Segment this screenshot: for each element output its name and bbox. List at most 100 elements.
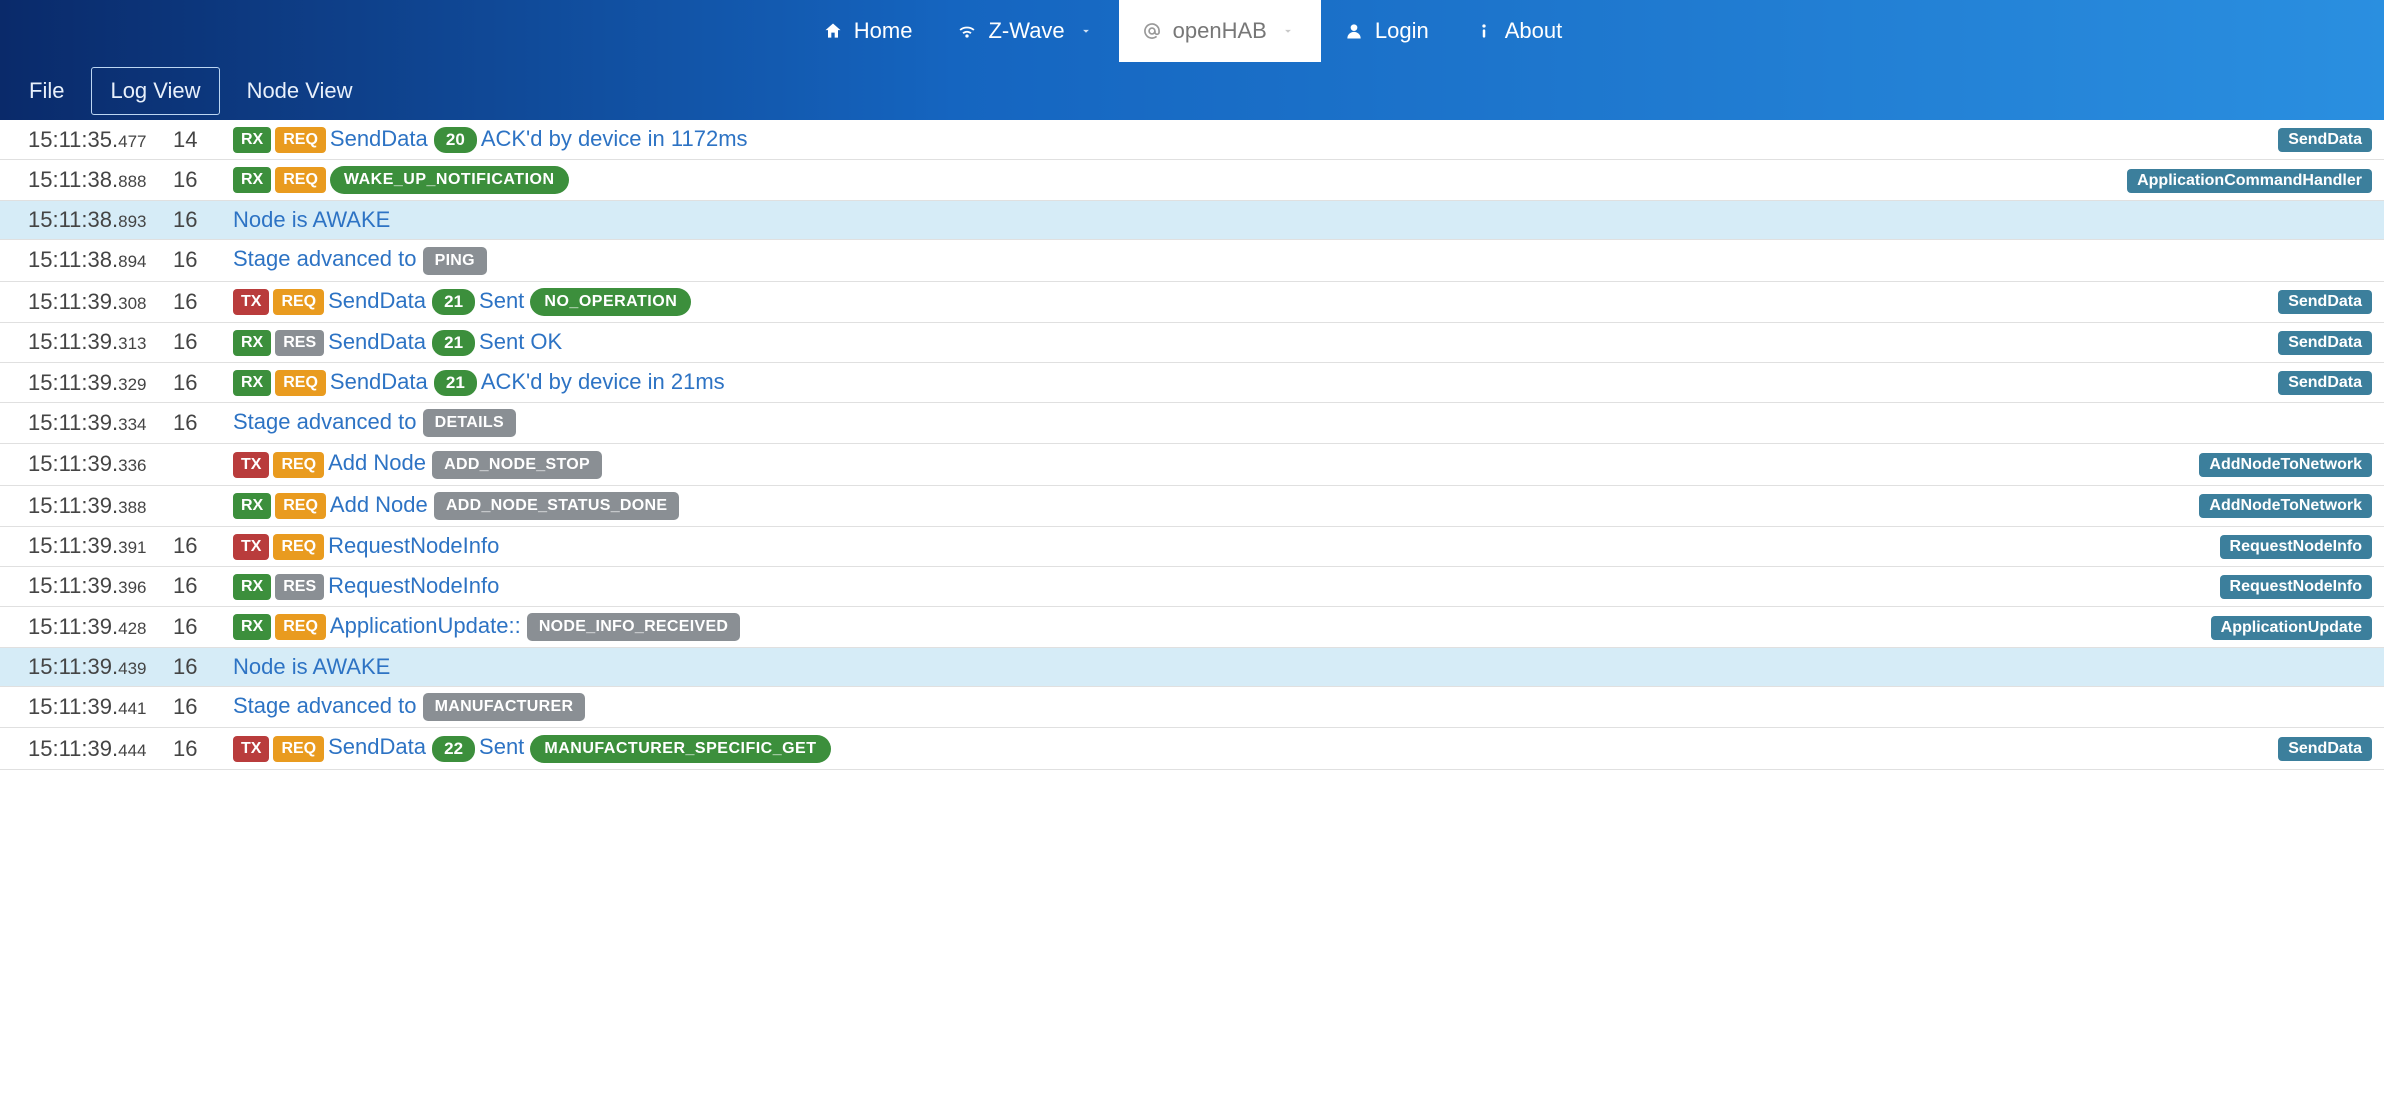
log-row[interactable]: 15:11:39.31316RXRESSendData 21Sent OK Se… bbox=[0, 322, 2384, 362]
nav-openhab[interactable]: openHAB bbox=[1119, 0, 1321, 62]
log-row[interactable]: 15:11:39.42816RXREQApplicationUpdate:: N… bbox=[0, 607, 2384, 648]
req-badge: REQ bbox=[275, 493, 326, 519]
counter-badge: 20 bbox=[434, 127, 477, 153]
log-category: AddNodeToNetwork bbox=[2119, 444, 2384, 485]
nav-home[interactable]: Home bbox=[800, 0, 935, 62]
rx-badge: RX bbox=[233, 167, 271, 193]
tx-badge: TX bbox=[233, 289, 269, 315]
log-node: 16 bbox=[165, 648, 225, 687]
category-badge: SendData bbox=[2278, 290, 2372, 314]
req-badge: REQ bbox=[275, 127, 326, 153]
log-node: 16 bbox=[165, 201, 225, 240]
category-badge: SendData bbox=[2278, 371, 2372, 395]
log-message: RXRESSendData 21Sent OK bbox=[225, 322, 2119, 362]
rx-badge: RX bbox=[233, 370, 271, 396]
chevron-down-icon bbox=[1075, 20, 1097, 42]
status-pill: PING bbox=[423, 247, 487, 275]
log-text: ACK'd by device in 21ms bbox=[481, 369, 725, 394]
log-row[interactable]: 15:11:39.44116Stage advanced to MANUFACT… bbox=[0, 687, 2384, 728]
log-message: Stage advanced to MANUFACTURER bbox=[225, 687, 2119, 728]
log-text: Sent bbox=[479, 734, 524, 759]
log-message: RXREQSendData 21ACK'd by device in 21ms bbox=[225, 362, 2119, 402]
nav-about[interactable]: About bbox=[1451, 0, 1585, 62]
category-badge: SendData bbox=[2278, 331, 2372, 355]
log-text: Sent bbox=[479, 288, 524, 313]
tab-node-view[interactable]: Node View bbox=[228, 67, 372, 115]
counter-badge: 22 bbox=[432, 736, 475, 762]
user-icon bbox=[1343, 20, 1365, 42]
log-node bbox=[165, 444, 225, 485]
log-row[interactable]: 15:11:39.32916RXREQSendData 21ACK'd by d… bbox=[0, 362, 2384, 402]
log-time: 15:11:39.336 bbox=[0, 444, 165, 485]
log-link[interactable]: RequestNodeInfo bbox=[328, 573, 499, 598]
log-row[interactable]: 15:11:38.88816RXREQWAKE_UP_NOTIFICATIONA… bbox=[0, 160, 2384, 201]
req-badge: REQ bbox=[273, 289, 324, 315]
log-time: 15:11:38.893 bbox=[0, 201, 165, 240]
req-badge: REQ bbox=[275, 370, 326, 396]
log-time: 15:11:39.388 bbox=[0, 485, 165, 526]
log-row[interactable]: 15:11:39.30816TXREQSendData 21Sent NO_OP… bbox=[0, 281, 2384, 322]
log-time: 15:11:39.329 bbox=[0, 362, 165, 402]
log-link[interactable]: SendData bbox=[330, 369, 428, 394]
home-icon bbox=[822, 20, 844, 42]
nav-login[interactable]: Login bbox=[1321, 0, 1451, 62]
log-link[interactable]: ApplicationUpdate:: bbox=[330, 613, 521, 638]
log-message: RXRESRequestNodeInfo bbox=[225, 566, 2119, 606]
log-time: 15:11:39.428 bbox=[0, 607, 165, 648]
log-node: 16 bbox=[165, 281, 225, 322]
log-table: 15:11:35.47714RXREQSendData 20ACK'd by d… bbox=[0, 120, 2384, 770]
tx-badge: TX bbox=[233, 534, 269, 560]
log-message: RXREQWAKE_UP_NOTIFICATION bbox=[225, 160, 2119, 201]
category-badge: AddNodeToNetwork bbox=[2199, 453, 2372, 477]
log-message: Stage advanced to DETAILS bbox=[225, 403, 2119, 444]
category-badge: AddNodeToNetwork bbox=[2199, 494, 2372, 518]
log-link[interactable]: Add Node bbox=[328, 450, 426, 475]
log-link[interactable]: Add Node bbox=[330, 492, 428, 517]
rx-badge: RX bbox=[233, 574, 271, 600]
res-badge: RES bbox=[275, 330, 324, 356]
log-message: TXREQSendData 21Sent NO_OPERATION bbox=[225, 281, 2119, 322]
log-link[interactable]: RequestNodeInfo bbox=[328, 533, 499, 558]
category-badge: RequestNodeInfo bbox=[2220, 535, 2372, 559]
log-row[interactable]: 15:11:38.89416Stage advanced to PING bbox=[0, 240, 2384, 281]
log-message: Node is AWAKE bbox=[225, 648, 2119, 687]
log-row[interactable]: 15:11:39.388RXREQAdd Node ADD_NODE_STATU… bbox=[0, 485, 2384, 526]
log-time: 15:11:38.894 bbox=[0, 240, 165, 281]
command-pill: NO_OPERATION bbox=[530, 288, 691, 316]
log-row[interactable]: 15:11:39.43916Node is AWAKE bbox=[0, 648, 2384, 687]
log-category bbox=[2119, 240, 2384, 281]
log-link[interactable]: SendData bbox=[328, 734, 426, 759]
category-badge: SendData bbox=[2278, 128, 2372, 152]
log-row[interactable]: 15:11:35.47714RXREQSendData 20ACK'd by d… bbox=[0, 120, 2384, 160]
log-row[interactable]: 15:11:39.39116TXREQRequestNodeInfo Reque… bbox=[0, 526, 2384, 566]
nav-zwave[interactable]: Z-Wave bbox=[934, 0, 1118, 62]
category-badge: SendData bbox=[2278, 737, 2372, 761]
log-time: 15:11:38.888 bbox=[0, 160, 165, 201]
log-node: 16 bbox=[165, 687, 225, 728]
log-text: Stage advanced to bbox=[233, 246, 423, 271]
rx-badge: RX bbox=[233, 493, 271, 519]
log-link[interactable]: SendData bbox=[330, 126, 428, 151]
log-time: 15:11:39.334 bbox=[0, 403, 165, 444]
log-row[interactable]: 15:11:39.336TXREQAdd Node ADD_NODE_STOPA… bbox=[0, 444, 2384, 485]
log-category bbox=[2119, 403, 2384, 444]
req-badge: REQ bbox=[275, 614, 326, 640]
log-category: RequestNodeInfo bbox=[2119, 526, 2384, 566]
nav-about-label: About bbox=[1505, 18, 1563, 44]
log-node: 16 bbox=[165, 362, 225, 402]
log-row[interactable]: 15:11:39.33416Stage advanced to DETAILS bbox=[0, 403, 2384, 444]
req-badge: REQ bbox=[273, 452, 324, 478]
main-nav: Home Z-Wave openHAB Login bbox=[0, 0, 2384, 62]
log-row[interactable]: 15:11:39.39616RXRESRequestNodeInfo Reque… bbox=[0, 566, 2384, 606]
log-row[interactable]: 15:11:38.89316Node is AWAKE bbox=[0, 201, 2384, 240]
tab-log-view[interactable]: Log View bbox=[91, 67, 219, 115]
tab-file[interactable]: File bbox=[10, 67, 83, 115]
log-category: RequestNodeInfo bbox=[2119, 566, 2384, 606]
log-category bbox=[2119, 687, 2384, 728]
log-link[interactable]: SendData bbox=[328, 329, 426, 354]
log-link[interactable]: SendData bbox=[328, 288, 426, 313]
chevron-down-icon bbox=[1277, 20, 1299, 42]
log-row[interactable]: 15:11:39.44416TXREQSendData 22Sent MANUF… bbox=[0, 728, 2384, 769]
log-node: 16 bbox=[165, 566, 225, 606]
log-category: SendData bbox=[2119, 322, 2384, 362]
